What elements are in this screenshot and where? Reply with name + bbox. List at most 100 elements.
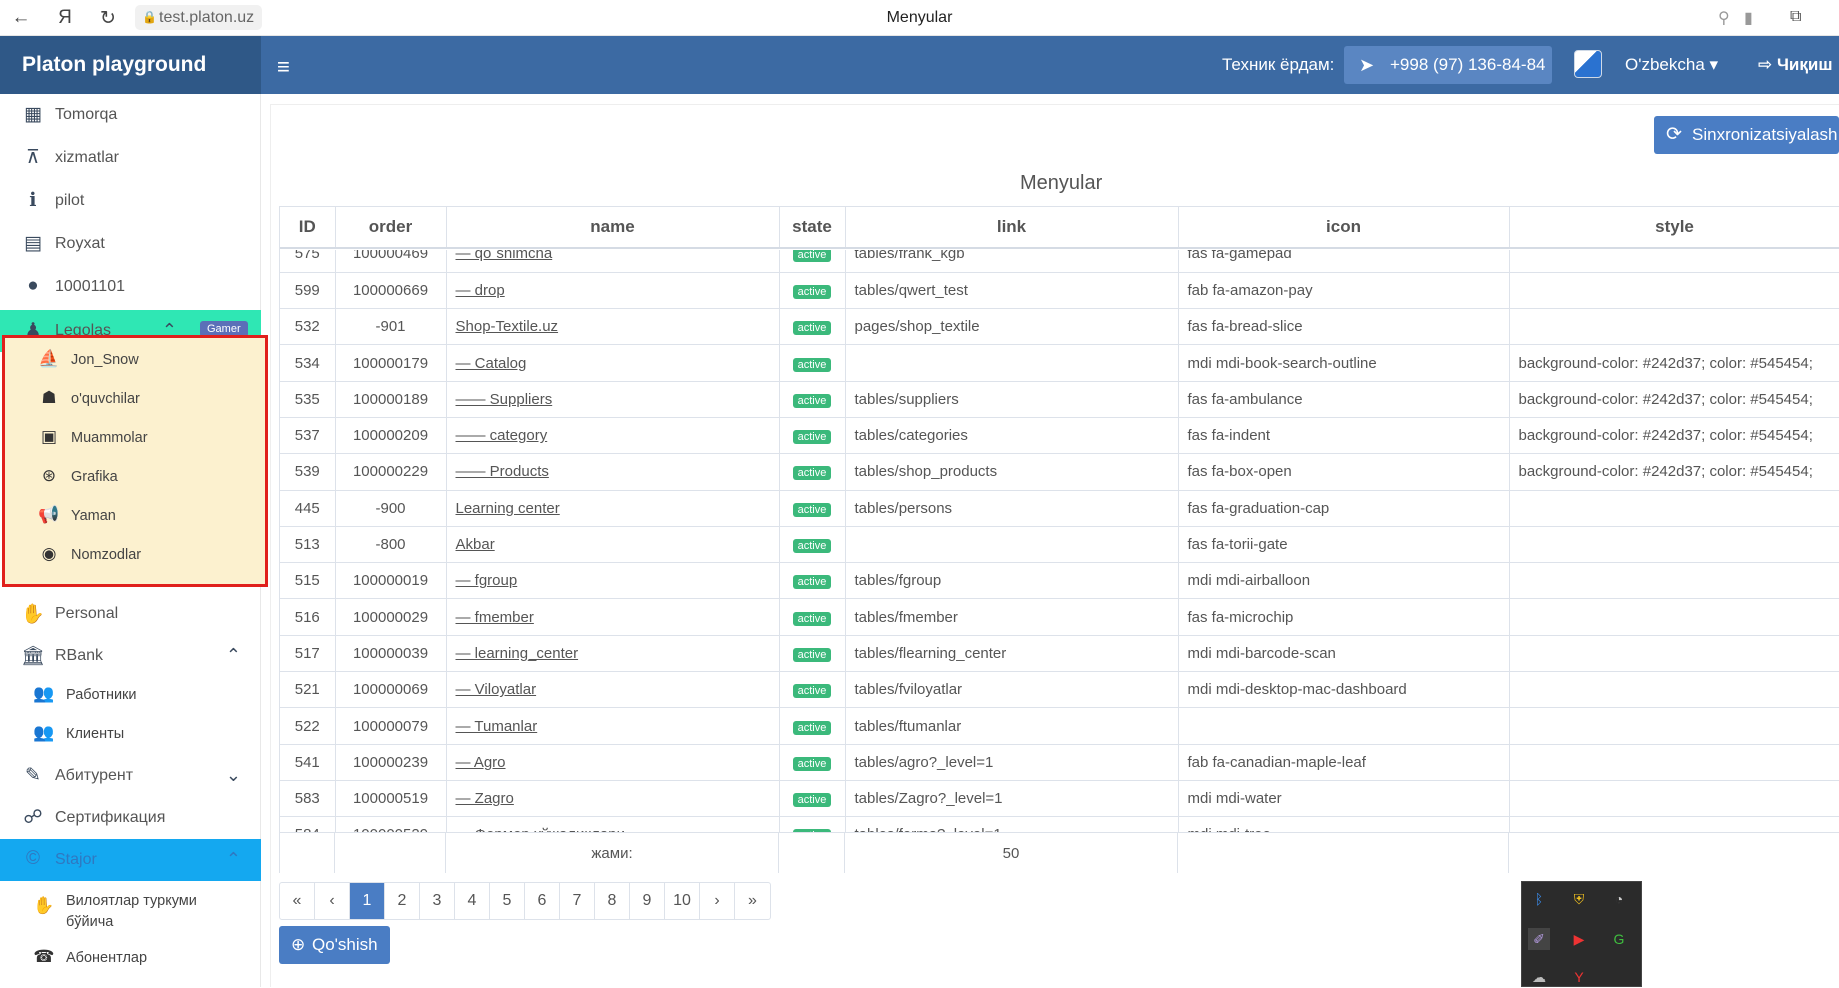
column-header[interactable]: icon [1178, 207, 1510, 249]
table-row[interactable]: 532 -901 Shop-Textile.uz active pages/shop_t… [280, 308, 1839, 346]
page-link[interactable]: 8 [595, 883, 630, 919]
chevron-up-icon[interactable]: ⌃ [226, 645, 241, 666]
name-link[interactable]: —— Suppliers [456, 391, 553, 408]
page-link[interactable]: › [700, 883, 735, 919]
name-link[interactable]: — Agro [456, 754, 506, 771]
add-label: Qo'shish [312, 935, 378, 954]
table-row[interactable]: 599 100000669 — drop active tables/qwert_tes… [280, 272, 1839, 310]
table-row[interactable]: 534 100000179 — Catalog active mdi mdi-book-… [280, 344, 1839, 382]
page-link[interactable]: 1 [350, 883, 385, 919]
menu-toggle-icon[interactable]: ≡ [277, 54, 290, 80]
name-link[interactable]: —— category [456, 427, 548, 444]
name-link[interactable]: — Catalog [456, 355, 527, 372]
column-header[interactable]: ID [280, 207, 336, 249]
name-link[interactable]: Akbar [456, 536, 495, 553]
sidebar-item-rbank[interactable]: 🏛 RBank ⌃ [0, 635, 261, 677]
column-header[interactable]: name [446, 207, 780, 249]
page-link[interactable]: 6 [525, 883, 560, 919]
sidebar-item-xizmatlar[interactable]: ⊼ xizmatlar [0, 137, 261, 179]
page-link[interactable]: ‹ [315, 883, 350, 919]
logout-button[interactable]: ⇨ Чиқиш [1758, 55, 1833, 75]
sidebar-item-tomorqa[interactable]: ▦ Tomorqa [0, 94, 261, 136]
table-row[interactable]: 516 100000029 — fmember active tables/fmembe… [280, 598, 1839, 636]
page-link[interactable]: 9 [630, 883, 665, 919]
sidebar-item-royxat[interactable]: ▤ Royxat [0, 223, 261, 265]
cloud-off-icon[interactable]: ☁ [1528, 966, 1550, 988]
grammarly-icon[interactable]: G [1608, 928, 1630, 950]
name-link[interactable]: — Tumanlar [456, 718, 538, 735]
table-row[interactable]: 513 -800 Akbar active fas fa-torii-gate [280, 526, 1839, 564]
table-row[interactable]: 584100000529— Фермер хўжаликлариactiveta… [280, 816, 1839, 832]
name-link[interactable]: Learning center [456, 500, 560, 517]
sidebar-subitem-grafika[interactable]: ⊛ Grafika [5, 458, 266, 496]
name-link[interactable]: — qo`shimcha [456, 250, 553, 262]
table-row[interactable]: 541 100000239 — Agro active tables/agro?_lev… [280, 744, 1839, 781]
brand-logo[interactable]: Platon playground [0, 36, 261, 94]
sidebar-item-personal[interactable]: ✋ Personal [0, 593, 261, 635]
sidebar-item-abiturent[interactable]: ✎ Абитурент ⌄ [0, 755, 261, 797]
language-dropdown[interactable]: O'zbekcha ▾ [1625, 55, 1718, 75]
cell-state: active [779, 707, 846, 745]
name-link[interactable]: —— Products [456, 463, 549, 480]
table-row[interactable]: 575 100000469 — qo`shimcha active tables/fra… [280, 250, 1839, 273]
column-header[interactable]: state [779, 207, 846, 249]
pen-icon[interactable]: ✐ [1528, 928, 1550, 950]
sidebar-subitem-oquvchilar[interactable]: ☗ o'quvchilar [5, 380, 266, 418]
name-link[interactable]: — Viloyatlar [456, 681, 537, 698]
video-icon[interactable]: ▶ [1568, 928, 1590, 950]
chevron-up-icon[interactable]: ⌃ [226, 849, 241, 870]
table-row[interactable]: 445 -900 Learning center active tables/perso… [280, 490, 1839, 527]
sidebar-item-sertifikatsiya[interactable]: ☍ Сертификация [0, 797, 261, 839]
sidebar-item-10001101[interactable]: ● 10001101 [0, 266, 261, 308]
sync-button[interactable]: ⟳ Sinxronizatsiyalash [1654, 116, 1839, 154]
app-icon[interactable]: ◔ [1608, 888, 1630, 910]
flag-icon[interactable] [1574, 50, 1602, 78]
page-link[interactable]: 3 [420, 883, 455, 919]
name-link[interactable]: — fmember [456, 609, 534, 626]
sidebar-subitem-yaman[interactable]: 📢 Yaman [5, 497, 266, 535]
sidebar-subitem-abonentlar[interactable]: ☎ Абонентлар [0, 939, 261, 977]
add-button[interactable]: ⊕ Qo'shish [279, 926, 390, 964]
name-link[interactable]: — learning_center [456, 645, 579, 662]
table-row[interactable]: 583 100000519 — Zagro active tables/Zagro?_l… [280, 780, 1839, 818]
table-row[interactable]: 522 100000079 — Tumanlar active tables/ftuma… [280, 707, 1839, 745]
name-link[interactable]: Shop-Textile.uz [456, 318, 559, 335]
search-icon[interactable]: ⚲ [1718, 8, 1730, 28]
name-link[interactable]: — drop [456, 282, 505, 299]
page-link[interactable]: 10 [665, 883, 700, 919]
column-header[interactable]: order [335, 207, 447, 249]
table-body-scroll[interactable]: 575 100000469 — qo`shimcha active tables/fra… [280, 250, 1839, 832]
column-header[interactable]: style [1509, 207, 1839, 249]
extensions-icon[interactable]: ⧉ [1790, 8, 1801, 26]
sidebar-subitem-jon-snow[interactable]: ⛵ Jon_Snow [5, 341, 266, 379]
table-row[interactable]: 517 100000039 — learning_center active table… [280, 635, 1839, 673]
sidebar-subitem-klienty[interactable]: 👥 Клиенты [0, 715, 261, 753]
sidebar-item-stajor[interactable]: © Stajor ⌃ [0, 839, 261, 881]
sidebar-subitem-rabotniki[interactable]: 👥 Работники [0, 676, 261, 714]
page-link[interactable]: » [735, 883, 770, 919]
table-row[interactable]: 535 100000189 —— Suppliers active tables/sup… [280, 381, 1839, 418]
page-link[interactable]: 2 [385, 883, 420, 919]
table-row[interactable]: 515 100000019 — fgroup active tables/fgroup m… [280, 562, 1839, 600]
sidebar-subitem-muammolar[interactable]: ▣ Muammolar [5, 419, 266, 457]
sidebar-subitem-label: Yaman [71, 508, 116, 524]
yandex-browser-icon[interactable]: Y [1568, 966, 1590, 988]
page-link[interactable]: « [280, 883, 315, 919]
sidebar-subitem-nomzodlar[interactable]: ◉ Nomzodlar [5, 536, 266, 574]
sidebar-item-pilot[interactable]: ℹ pilot [0, 180, 261, 222]
table-row[interactable]: 537 100000209 —— category active tables/cate… [280, 417, 1839, 455]
chevron-down-icon[interactable]: ⌄ [226, 765, 241, 786]
page-link[interactable]: 5 [490, 883, 525, 919]
table-row[interactable]: 539 100000229 —— Products active tables/shop… [280, 453, 1839, 491]
page-link[interactable]: 4 [455, 883, 490, 919]
bookmark-icon[interactable]: ▮ [1744, 8, 1753, 28]
name-link[interactable]: — Zagro [456, 790, 514, 807]
page-link[interactable]: 7 [560, 883, 595, 919]
column-header[interactable]: link [845, 207, 1179, 249]
security-icon[interactable]: ⛨ [1568, 888, 1590, 910]
sidebar-subitem-viloyatlar[interactable]: ✋ Вилоятлар туркуми бўйича [0, 888, 261, 932]
bluetooth-icon[interactable]: ᛒ [1528, 888, 1550, 910]
table-row[interactable]: 521 100000069 — Viloyatlar active tables/fvi… [280, 671, 1839, 709]
name-link[interactable]: — fgroup [456, 572, 518, 589]
phone-button[interactable]: ➤ +998 (97) 136-84-84 [1344, 46, 1552, 84]
